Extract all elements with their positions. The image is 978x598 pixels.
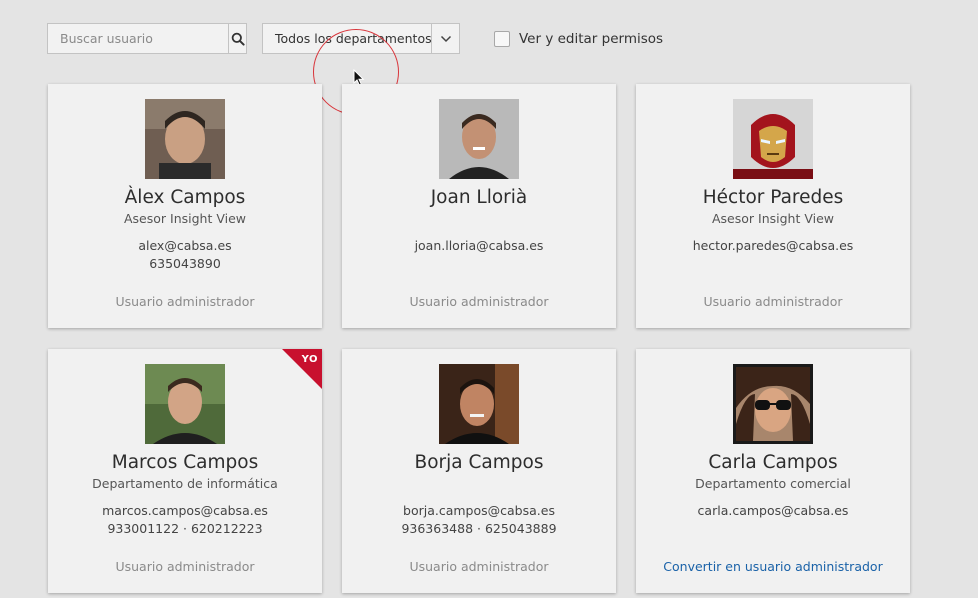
user-contact: joan.lloria@cabsa.es (342, 237, 616, 273)
user-contact: marcos.campos@cabsa.es 933001122 · 62021… (48, 502, 322, 538)
user-role: Departamento comercial (695, 476, 851, 491)
user-card[interactable]: Joan Llorià joan.lloria@cabsa.es Usuario… (342, 84, 616, 328)
user-role: Departamento de informática (92, 476, 278, 491)
search-icon (231, 32, 245, 46)
user-contact: carla.campos@cabsa.es (636, 502, 910, 538)
user-email: hector.paredes@cabsa.es (692, 238, 854, 253)
user-card[interactable]: Borja Campos borja.campos@cabsa.es 93636… (342, 349, 616, 593)
avatar (733, 99, 813, 179)
user-name: Carla Campos (708, 452, 838, 473)
user-status: Usuario administrador (115, 294, 255, 309)
user-card[interactable]: YO Marcos Campos Departamento de informá… (48, 349, 322, 593)
user-role (342, 210, 616, 227)
user-email: borja.campos@cabsa.es (403, 503, 555, 518)
user-contact: borja.campos@cabsa.es 936363488 · 625043… (342, 502, 616, 538)
make-admin-link[interactable]: Convertir en usuario administrador (636, 559, 910, 574)
user-status: Usuario administrador (409, 559, 549, 574)
user-email: carla.campos@cabsa.es (697, 503, 849, 518)
user-phones: 933001122 · 620212223 (107, 521, 263, 536)
user-contact: hector.paredes@cabsa.es (636, 237, 910, 273)
user-phones: 936363488 · 625043889 (401, 521, 557, 536)
user-email: joan.lloria@cabsa.es (414, 238, 544, 253)
permissions-toggle[interactable]: Ver y editar permisos (494, 30, 664, 47)
user-card[interactable]: Carla Campos Departamento comercial carl… (636, 349, 910, 593)
user-card[interactable]: Àlex Campos Asesor Insight View alex@cab… (48, 84, 322, 328)
user-status: Usuario administrador (409, 294, 549, 309)
user-name: Joan Llorià (430, 187, 528, 208)
user-name: Héctor Paredes (702, 187, 844, 208)
avatar (439, 99, 519, 179)
user-name: Àlex Campos (124, 187, 246, 208)
user-email: alex@cabsa.es (138, 238, 232, 253)
user-role (342, 475, 616, 492)
user-email: marcos.campos@cabsa.es (102, 503, 268, 518)
user-status: Usuario administrador (703, 294, 843, 309)
user-phones: 635043890 (149, 256, 221, 271)
filter-toolbar: Todos los departamentos Ver y editar per… (47, 23, 663, 54)
current-user-badge-label: YO (301, 354, 318, 365)
avatar (439, 364, 519, 444)
search-button[interactable] (228, 24, 246, 53)
avatar (733, 364, 813, 444)
user-role: Asesor Insight View (711, 211, 834, 226)
department-select-value: Todos los departamentos (275, 31, 431, 46)
search-input[interactable] (48, 24, 228, 53)
department-select[interactable]: Todos los departamentos (262, 23, 460, 54)
chevron-down-icon (440, 35, 451, 42)
user-name: Borja Campos (414, 452, 544, 473)
user-name: Marcos Campos (111, 452, 259, 473)
permissions-label: Ver y editar permisos (519, 30, 664, 47)
user-card[interactable]: Héctor Paredes Asesor Insight View hecto… (636, 84, 910, 328)
search-box (47, 23, 247, 54)
avatar (145, 99, 225, 179)
user-contact: alex@cabsa.es 635043890 (48, 237, 322, 273)
user-status: Usuario administrador (115, 559, 255, 574)
user-role: Asesor Insight View (123, 211, 246, 226)
department-select-toggle[interactable] (431, 24, 459, 53)
permissions-checkbox[interactable] (494, 30, 510, 47)
avatar (145, 364, 225, 444)
